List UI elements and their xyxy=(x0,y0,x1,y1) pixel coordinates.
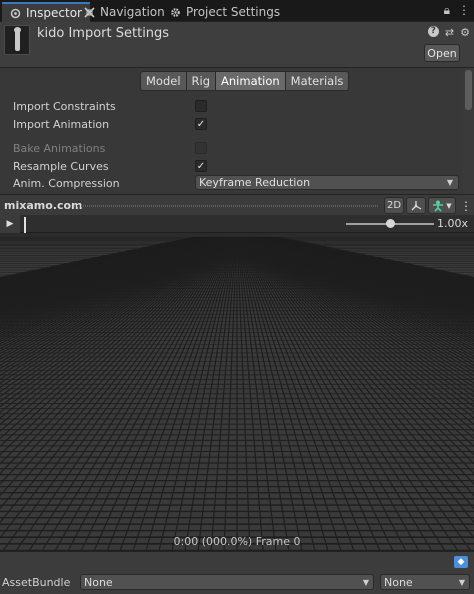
window-tab-bar: Inspector Navigation Project Settings 🔒︎… xyxy=(0,0,474,22)
timeline-scrubber[interactable] xyxy=(24,217,26,233)
preview-drag-handle[interactable] xyxy=(74,205,378,207)
open-button[interactable]: Open xyxy=(424,44,460,62)
tab-project-settings[interactable]: Project Settings xyxy=(162,2,288,22)
import-settings-panel: Model Rig Animation Materials Import Con… xyxy=(0,68,474,194)
anim-compression-dropdown[interactable]: Keyframe Reduction ▼ xyxy=(195,175,459,190)
scrollbar-thumb[interactable] xyxy=(465,70,472,110)
tag-icon[interactable]: ◆ xyxy=(454,556,468,568)
tab-project-settings-label: Project Settings xyxy=(186,5,281,19)
navigation-icon xyxy=(84,6,95,18)
header-icons: ? ⇄ ⚙ xyxy=(427,26,470,39)
settings-gear-icon[interactable]: ⚙ xyxy=(460,26,470,39)
frame-readout: 0:00 (000.0%) Frame 0 xyxy=(173,535,301,548)
floor-grid xyxy=(0,233,474,551)
bake-animations-checkbox xyxy=(195,142,207,154)
preview-timeline: ▶ 1.00x xyxy=(0,215,474,233)
import-constraints-label: Import Constraints xyxy=(13,100,116,113)
tab-rig[interactable]: Rig xyxy=(185,71,217,91)
pivot-icon xyxy=(411,200,422,210)
tab-menu-icon[interactable]: ⋮ xyxy=(458,3,470,18)
tab-inspector-label: Inspector xyxy=(26,6,82,20)
speed-value: 1.00x xyxy=(436,217,468,230)
asset-bundle-name-dropdown[interactable]: None ▼ xyxy=(80,574,374,590)
avatar-icon xyxy=(433,200,444,212)
inspector-icon xyxy=(10,8,21,18)
asset-bundle-variant-value: None xyxy=(384,575,413,589)
resample-curves-label: Resample Curves xyxy=(13,160,109,173)
mode-2d-button[interactable]: 2D xyxy=(384,197,404,214)
import-constraints-checkbox[interactable] xyxy=(195,100,207,112)
asset-bundle-panel: ◆ AssetBundle None ▼ None ▼ xyxy=(0,551,474,594)
anim-compression-value: Keyframe Reduction xyxy=(199,176,311,189)
asset-bundle-name-value: None xyxy=(84,575,113,589)
chevron-down-icon: ▼ xyxy=(458,578,465,587)
tab-bar-controls: 🔒︎ ⋮ xyxy=(444,3,470,18)
import-animation-checkbox[interactable]: ✓ xyxy=(195,118,207,130)
preset-icon[interactable]: ⇄ xyxy=(445,26,454,39)
asset-thumbnail xyxy=(4,25,30,55)
asset-bundle-variant-dropdown[interactable]: None ▼ xyxy=(380,574,470,590)
resample-curves-checkbox[interactable]: ✓ xyxy=(195,160,207,172)
preview-menu-icon[interactable]: ⋮ xyxy=(460,199,472,213)
gear-icon xyxy=(171,7,180,17)
import-tab-group: Model Rig Animation Materials xyxy=(140,71,350,91)
tab-model[interactable]: Model xyxy=(140,71,187,91)
lock-icon[interactable]: 🔒︎ xyxy=(444,3,450,18)
chevron-down-icon: ▼ xyxy=(362,578,369,587)
bake-animations-label: Bake Animations xyxy=(13,142,106,155)
play-icon: ▶ xyxy=(6,219,14,229)
help-icon[interactable]: ? xyxy=(427,26,439,37)
import-animation-label: Import Animation xyxy=(13,118,110,131)
tab-navigation[interactable]: Navigation xyxy=(76,2,173,22)
inspector-header: kido Import Settings ? ⇄ ⚙ Open xyxy=(0,22,474,68)
chevron-down-icon: ▼ xyxy=(446,178,453,187)
inspector-scrollbar[interactable] xyxy=(463,68,474,194)
anim-compression-label: Anim. Compression xyxy=(13,177,120,190)
tab-navigation-label: Navigation xyxy=(100,5,165,19)
page-title: kido Import Settings xyxy=(37,26,170,41)
avatar-button[interactable]: ▼ xyxy=(428,197,456,214)
preview-clip-name: mixamo.com xyxy=(4,199,83,212)
tab-animation[interactable]: Animation xyxy=(215,71,286,91)
animation-preview-viewport[interactable] xyxy=(0,233,474,551)
asset-bundle-label: AssetBundle xyxy=(2,576,71,589)
speed-slider-handle[interactable] xyxy=(386,219,395,228)
tab-materials[interactable]: Materials xyxy=(284,71,350,91)
preview-toolbar: mixamo.com 2D ▼ ⋮ xyxy=(0,194,474,215)
chevron-down-icon: ▼ xyxy=(446,201,452,210)
play-button[interactable]: ▶ xyxy=(0,215,20,233)
pivot-button[interactable] xyxy=(406,197,426,214)
